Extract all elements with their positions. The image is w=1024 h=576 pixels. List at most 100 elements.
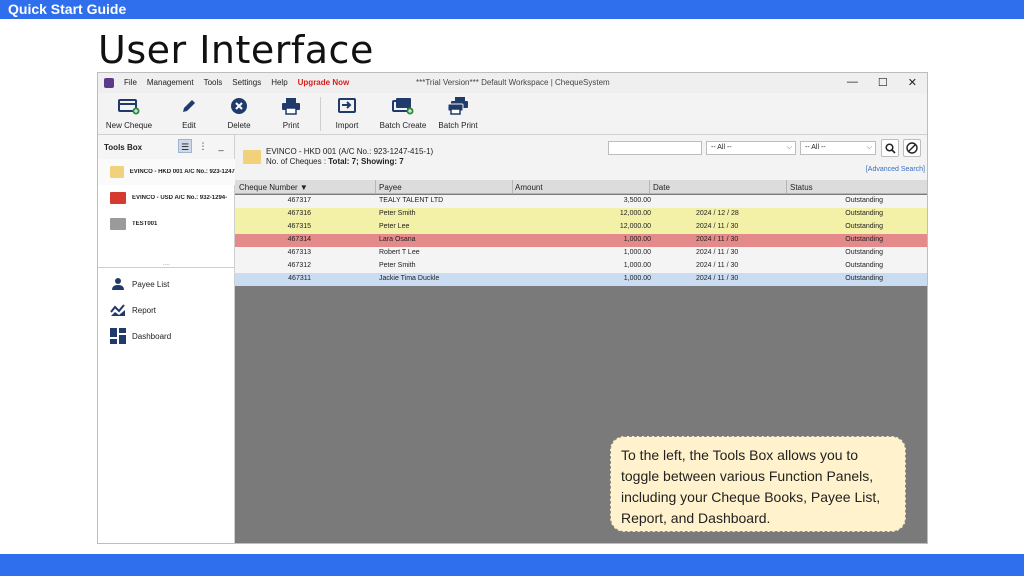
batch-printer-icon xyxy=(446,96,470,116)
slide-header-bar: Quick Start Guide xyxy=(0,0,1024,19)
cell-payee: Lara Osana xyxy=(379,236,416,243)
cell-amount: 3,500.00 xyxy=(623,197,651,204)
cell-amount: 1,000.00 xyxy=(623,236,651,243)
cell-payee: Peter Smith xyxy=(379,210,416,217)
clear-icon xyxy=(906,142,918,154)
cell-payee: TEALY TALENT LTD xyxy=(379,197,444,204)
batch-create-icon xyxy=(391,96,415,116)
col-status[interactable]: Status xyxy=(790,183,813,192)
menu-management[interactable]: Management xyxy=(147,78,194,87)
cell-status: Outstanding xyxy=(845,262,883,269)
minimize-button[interactable]: — xyxy=(847,76,858,89)
col-cheque-number[interactable]: Cheque Number ▼ xyxy=(239,183,308,192)
import-button[interactable]: Import xyxy=(332,96,362,130)
folder-icon xyxy=(243,150,261,164)
cheque-book-item[interactable]: TEST001 xyxy=(98,211,235,237)
cell-payee: Robert T Lee xyxy=(379,249,420,256)
table-row[interactable]: 467316 Peter Smith 12,000.00 2024 / 12 / 28… xyxy=(235,208,927,221)
col-separator xyxy=(375,180,376,194)
list-view-icon[interactable]: ☰ xyxy=(178,139,192,153)
folder-icon xyxy=(110,166,124,178)
advanced-search-link[interactable]: [Advanced Search] xyxy=(866,166,925,173)
table-header: Cheque Number ▼ Payee Amount Date Status xyxy=(235,180,927,194)
cell-num: 467311 xyxy=(288,275,311,282)
folder-icon xyxy=(110,218,126,230)
col-separator xyxy=(786,180,787,194)
print-button[interactable]: Print xyxy=(276,96,306,130)
cell-num: 467314 xyxy=(287,236,311,243)
table-row[interactable]: 467315 Peter Lee 12,000.00 2024 / 11 / 30 Ou… xyxy=(235,221,927,234)
menu-settings[interactable]: Settings xyxy=(232,78,261,87)
window-controls: — ☐ ✕ xyxy=(847,76,917,89)
cheque-book-item[interactable]: EVINCO - HKD 001 A/C No.: 923-1247-415-1 xyxy=(98,159,235,185)
col-amount[interactable]: Amount xyxy=(515,183,543,192)
search-button[interactable] xyxy=(881,139,899,157)
panel-divider xyxy=(98,267,235,268)
cheque-book-item[interactable]: EVINCO - USD A/C No.: 932-1294- xyxy=(98,185,235,211)
cheque-book-name: EVINCO - HKD 001 (A/C No.: 923-1247-415-… xyxy=(266,147,434,156)
cell-payee: Jackie Tima Duckle xyxy=(379,275,440,282)
import-icon xyxy=(335,96,359,116)
slide-title: User Interface xyxy=(98,28,374,72)
tools-box-title: Tools Box xyxy=(104,143,143,152)
cell-payee: Peter Lee xyxy=(379,223,410,230)
filter-select-1[interactable]: -- All -- ⌵ xyxy=(706,141,796,155)
cell-date: 2024 / 11 / 30 xyxy=(696,249,739,256)
maximize-button[interactable]: ☐ xyxy=(878,76,888,89)
callout-note: To the left, the Tools Box allows you to… xyxy=(610,436,906,532)
cheque-book-info: EVINCO - HKD 001 (A/C No.: 923-1247-415-… xyxy=(235,135,927,180)
table-row[interactable]: 467313 Robert T Lee 1,000.00 2024 / 11 / 30… xyxy=(235,247,927,260)
filter-select-2[interactable]: -- All -- ⌵ xyxy=(800,141,876,155)
batch-create-button[interactable]: Batch Create xyxy=(378,96,428,130)
dashboard-icon xyxy=(110,328,126,344)
cell-num: 467317 xyxy=(287,197,311,204)
cell-num: 467312 xyxy=(287,262,311,269)
col-date[interactable]: Date xyxy=(653,183,670,192)
menu-tools[interactable]: Tools xyxy=(204,78,223,87)
menu-bar: File Management Tools Settings Help Upgr… xyxy=(124,78,349,87)
delete-circle-icon xyxy=(227,96,251,116)
report-chart-icon xyxy=(110,302,126,318)
nav-payee-list[interactable]: Payee List xyxy=(98,273,235,295)
cell-amount: 1,000.00 xyxy=(623,249,651,256)
more-options-icon[interactable]: ⋮ xyxy=(196,139,210,153)
cell-amount: 1,000.00 xyxy=(623,262,651,269)
cell-amount: 12,000.00 xyxy=(619,210,651,217)
tools-box-panel: Tools Box ☰ ⋮ _ EVINCO - HKD 001 A/C No.… xyxy=(98,135,235,543)
cell-date: 2024 / 12 / 28 xyxy=(696,210,739,217)
slide-footer-bar xyxy=(0,554,1024,576)
search-icon xyxy=(884,142,896,154)
table-row[interactable]: 467317 TEALY TALENT LTD 3,500.00 Outstandin… xyxy=(235,195,927,208)
delete-button[interactable]: Delete xyxy=(224,96,254,130)
cell-amount: 1,000.00 xyxy=(623,275,651,282)
table-row[interactable]: 467312 Peter Smith 1,000.00 2024 / 11 / 30 O… xyxy=(235,260,927,273)
batch-print-button[interactable]: Batch Print xyxy=(438,96,478,130)
cell-date: 2024 / 11 / 30 xyxy=(696,275,739,282)
cell-num: 467315 xyxy=(287,223,311,230)
menu-help[interactable]: Help xyxy=(271,78,287,87)
app-logo-icon xyxy=(104,78,114,88)
cell-date: 2024 / 11 / 30 xyxy=(696,223,739,230)
menu-file[interactable]: File xyxy=(124,78,137,87)
tools-box-header: Tools Box ☰ ⋮ _ xyxy=(98,135,234,159)
table-row[interactable]: 467314 Lara Osana 1,000.00 2024 / 11 / 30 Ou… xyxy=(235,234,927,247)
table-row[interactable]: 467311 Jackie Tima Duckle 1,000.00 2024 / 1… xyxy=(235,273,927,286)
col-separator xyxy=(512,180,513,194)
cell-num: 467316 xyxy=(287,210,311,217)
nav-dashboard[interactable]: Dashboard xyxy=(98,325,235,347)
cell-payee: Peter Smith xyxy=(379,262,416,269)
cell-status: Outstanding xyxy=(845,197,883,204)
search-input[interactable] xyxy=(608,141,702,155)
new-cheque-icon xyxy=(117,96,141,116)
nav-report[interactable]: Report xyxy=(98,299,235,321)
cell-amount: 12,000.00 xyxy=(619,223,651,230)
upgrade-now-link[interactable]: Upgrade Now xyxy=(298,78,350,87)
cell-num: 467313 xyxy=(287,249,311,256)
col-payee[interactable]: Payee xyxy=(379,183,402,192)
edit-button[interactable]: Edit xyxy=(174,96,204,130)
pencil-icon xyxy=(177,96,201,116)
close-button[interactable]: ✕ xyxy=(908,76,917,89)
minimize-panel-icon[interactable]: _ xyxy=(214,139,228,153)
new-cheque-button[interactable]: New Cheque xyxy=(104,96,154,130)
clear-filter-button[interactable] xyxy=(903,139,921,157)
